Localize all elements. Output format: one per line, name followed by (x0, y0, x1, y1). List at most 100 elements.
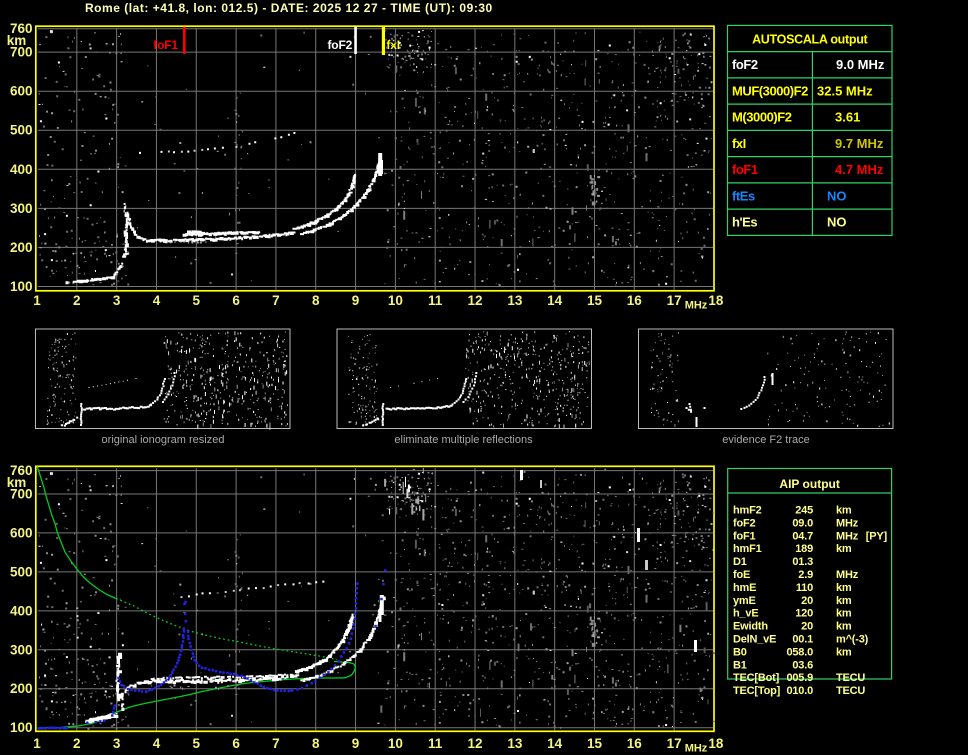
svg-text:ymE: ymE (733, 595, 756, 607)
svg-text:AIP output: AIP output (779, 477, 839, 491)
svg-text:14: 14 (547, 736, 563, 751)
svg-text:TEC[Bot]: TEC[Bot] (733, 672, 780, 684)
svg-text:400: 400 (10, 162, 33, 177)
svg-text:D1: D1 (733, 556, 747, 568)
svg-text:h'Es: h'Es (732, 215, 757, 230)
svg-text:[PY]: [PY] (866, 530, 888, 542)
svg-text:04.7: 04.7 (792, 530, 813, 542)
svg-text:NO: NO (827, 215, 847, 230)
svg-text:00.1: 00.1 (792, 634, 813, 646)
svg-text:14: 14 (547, 293, 563, 308)
svg-text:km: km (836, 582, 852, 594)
svg-text:32.5 MHz: 32.5 MHz (817, 83, 873, 98)
svg-text:fxI: fxI (732, 136, 746, 151)
svg-text:500: 500 (10, 564, 33, 579)
svg-text:15: 15 (587, 293, 603, 308)
svg-text:03.6: 03.6 (792, 659, 813, 671)
svg-text:200: 200 (10, 681, 33, 696)
svg-text:evidence F2 trace: evidence F2 trace (722, 434, 809, 446)
svg-text:4.7 MHz: 4.7 MHz (835, 162, 884, 177)
svg-text:300: 300 (10, 642, 33, 657)
svg-text:foE: foE (733, 569, 750, 581)
svg-text:20: 20 (801, 595, 813, 607)
svg-text:AUTOSCALA output: AUTOSCALA output (752, 32, 868, 46)
svg-text:17: 17 (667, 736, 682, 751)
svg-text:hmF2: hmF2 (733, 505, 762, 517)
svg-text:11: 11 (428, 736, 443, 751)
svg-text:5: 5 (193, 293, 201, 308)
svg-text:600: 600 (10, 525, 33, 540)
svg-text:9: 9 (352, 736, 360, 751)
svg-text:10: 10 (388, 293, 403, 308)
svg-text:120: 120 (795, 608, 813, 620)
svg-text:TEC[Top]: TEC[Top] (733, 685, 781, 697)
svg-text:MHz: MHz (836, 530, 859, 542)
svg-text:12: 12 (468, 736, 483, 751)
svg-text:400: 400 (10, 603, 33, 618)
svg-text:8: 8 (312, 293, 320, 308)
svg-text:M(3000)F2: M(3000)F2 (732, 110, 792, 125)
svg-text:hmE: hmE (733, 582, 756, 594)
svg-text:DelN_vE: DelN_vE (733, 634, 776, 646)
svg-text:MHz: MHz (685, 743, 708, 755)
svg-text:foF2: foF2 (328, 38, 353, 52)
svg-text:1: 1 (33, 736, 41, 751)
svg-text:foF2: foF2 (732, 57, 758, 72)
svg-text:3: 3 (113, 293, 121, 308)
svg-text:9: 9 (352, 293, 360, 308)
svg-text:foF2: foF2 (733, 517, 756, 529)
svg-text:700: 700 (10, 45, 33, 60)
svg-text:189: 189 (795, 543, 813, 555)
svg-text:4: 4 (153, 736, 161, 751)
svg-text:foF1: foF1 (733, 530, 756, 542)
svg-text:300: 300 (10, 201, 33, 216)
svg-text:11: 11 (428, 293, 443, 308)
svg-text:110: 110 (796, 582, 813, 594)
svg-text:TECU: TECU (836, 672, 865, 684)
svg-text:100: 100 (10, 279, 33, 294)
svg-text:km: km (836, 505, 852, 517)
svg-text:17: 17 (667, 293, 682, 308)
svg-text:MHz: MHz (836, 569, 859, 581)
svg-text:9.0 MHz: 9.0 MHz (836, 57, 885, 72)
svg-text:MHz: MHz (685, 300, 708, 312)
svg-text:TECU: TECU (836, 685, 865, 697)
svg-text:9.7 MHz: 9.7 MHz (835, 136, 884, 151)
svg-text:7: 7 (272, 293, 280, 308)
svg-text:01.3: 01.3 (792, 556, 813, 568)
svg-text:010.0: 010.0 (786, 685, 813, 697)
svg-text:13: 13 (507, 293, 523, 308)
svg-text:2.9: 2.9 (798, 569, 813, 581)
svg-text:km: km (836, 621, 852, 633)
svg-text:09.0: 09.0 (792, 517, 813, 529)
svg-text:MUF(3000)F2: MUF(3000)F2 (732, 83, 808, 98)
svg-text:4: 4 (153, 293, 161, 308)
svg-text:km: km (836, 646, 852, 658)
svg-text:5: 5 (193, 736, 201, 751)
svg-text:km: km (836, 608, 852, 620)
svg-text:original ionogram resized: original ionogram resized (102, 434, 225, 446)
svg-text:B1: B1 (733, 659, 747, 671)
svg-text:3: 3 (113, 736, 121, 751)
svg-text:2: 2 (73, 293, 81, 308)
svg-text:foF1: foF1 (153, 38, 178, 52)
svg-text:MHz: MHz (836, 517, 859, 529)
svg-text:8: 8 (312, 736, 320, 751)
svg-text:15: 15 (587, 736, 603, 751)
svg-text:km: km (836, 595, 852, 607)
svg-text:7: 7 (272, 736, 280, 751)
svg-text:16: 16 (627, 293, 643, 308)
svg-text:m^(-3): m^(-3) (836, 634, 869, 646)
svg-text:eliminate multiple reflections: eliminate multiple reflections (394, 434, 533, 446)
svg-text:058.0: 058.0 (786, 646, 813, 658)
svg-text:600: 600 (10, 84, 33, 99)
svg-text:245: 245 (795, 505, 813, 517)
svg-text:2: 2 (73, 736, 81, 751)
svg-text:foF1: foF1 (732, 162, 758, 177)
svg-text:005.9: 005.9 (786, 672, 813, 684)
svg-text:20: 20 (801, 621, 813, 633)
svg-text:12: 12 (468, 293, 483, 308)
svg-text:500: 500 (10, 123, 33, 138)
svg-text:18: 18 (708, 736, 724, 751)
svg-text:6: 6 (232, 293, 240, 308)
